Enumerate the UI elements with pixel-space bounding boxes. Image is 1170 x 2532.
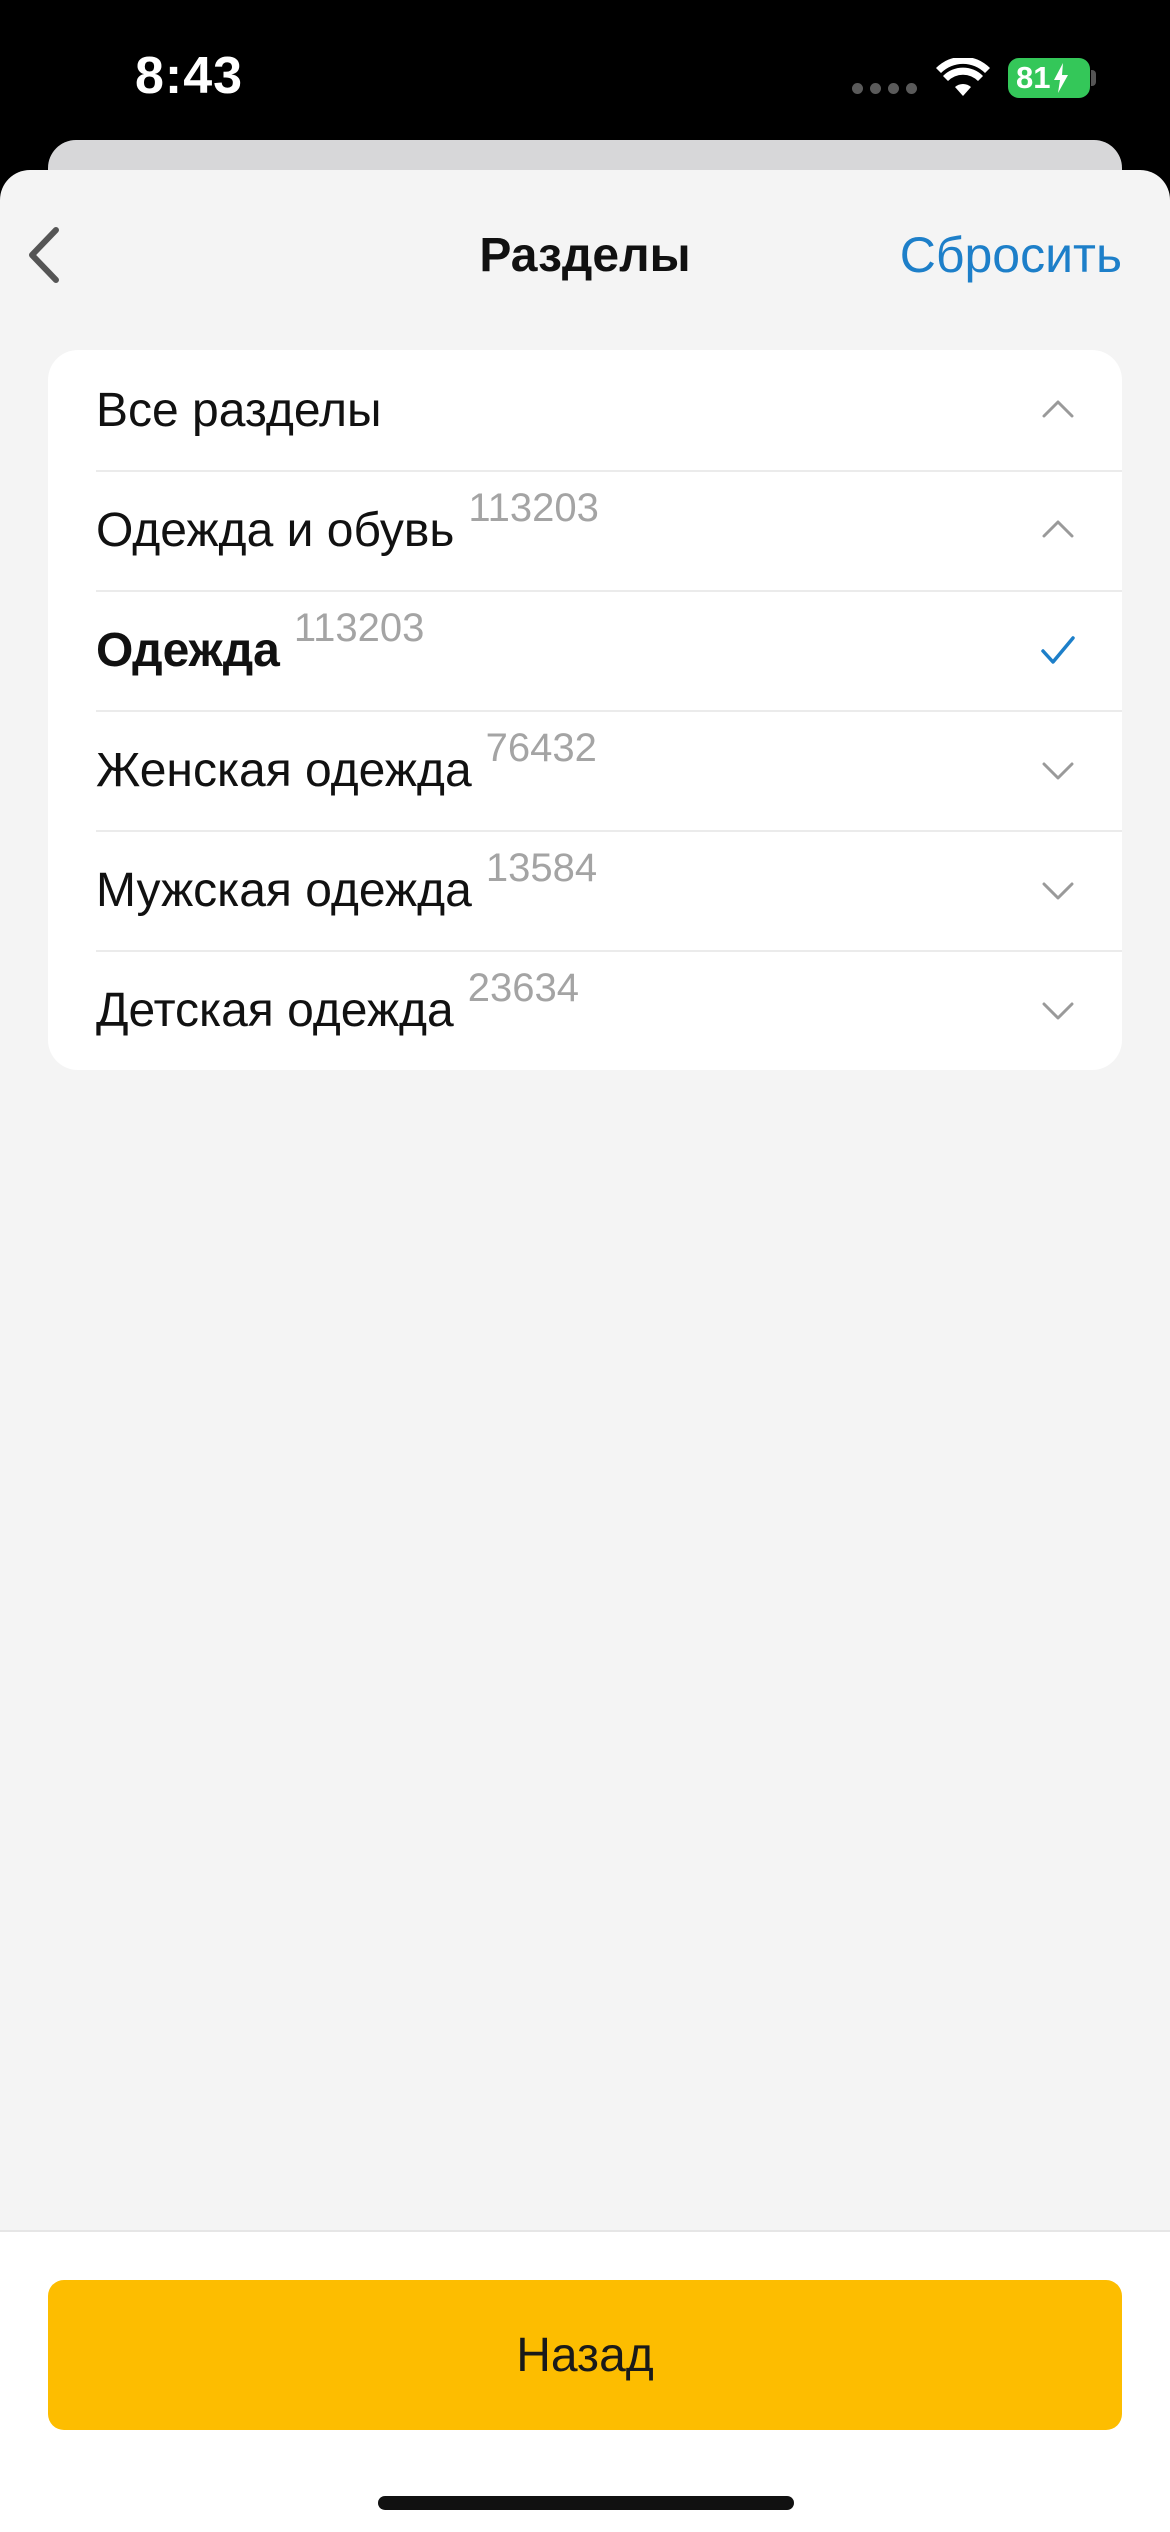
- sections-sheet: Разделы Сбросить Все разделы Одежда и обу…: [0, 170, 1170, 2532]
- chevron-up-icon[interactable]: [1040, 512, 1076, 548]
- section-label: Одежда и обувь: [96, 503, 455, 557]
- charging-bolt-icon: [1054, 63, 1069, 93]
- section-label-wrap: Одежда 113203: [96, 590, 424, 710]
- sections-list: Все разделы Одежда и обувь 113203 Одежда 113…: [48, 350, 1122, 1070]
- section-row[interactable]: Мужская одежда 13584: [48, 830, 1122, 950]
- battery-level: 81: [1016, 60, 1051, 95]
- section-label: Женская одежда: [96, 743, 472, 797]
- section-row[interactable]: Одежда и обувь 113203: [48, 470, 1122, 590]
- nav-bar: Разделы Сбросить: [0, 170, 1170, 340]
- back-button[interactable]: Назад: [48, 2280, 1122, 2430]
- section-label: Все разделы: [96, 383, 382, 437]
- checkmark-icon: [1041, 636, 1075, 664]
- chevron-down-icon[interactable]: [1040, 752, 1076, 788]
- section-label-wrap: Мужская одежда 13584: [96, 830, 597, 950]
- home-indicator: [378, 2496, 794, 2510]
- section-label-wrap: Одежда и обувь 113203: [96, 470, 599, 590]
- status-bar: 8:43 81: [0, 0, 1170, 150]
- section-count: 76432: [485, 725, 597, 770]
- battery-indicator: 81: [1008, 58, 1090, 98]
- chevron-up-icon[interactable]: [1040, 392, 1076, 428]
- section-label-wrap: Все разделы: [96, 350, 381, 470]
- section-count: 113203: [293, 605, 425, 650]
- section-label: Одежда: [96, 623, 280, 677]
- section-count: 23634: [467, 965, 579, 1010]
- section-label-wrap: Детская одежда 23634: [96, 950, 579, 1070]
- reset-button[interactable]: Сбросить: [900, 226, 1122, 284]
- section-label-wrap: Женская одежда 76432: [96, 710, 597, 830]
- section-label: Мужская одежда: [96, 863, 472, 917]
- section-count: 113203: [468, 485, 599, 530]
- battery-cap: [1091, 70, 1096, 86]
- chevron-down-icon[interactable]: [1040, 872, 1076, 908]
- cellular-signal-icon: [852, 83, 917, 94]
- section-row[interactable]: Женская одежда 76432: [48, 710, 1122, 830]
- chevron-down-icon[interactable]: [1040, 992, 1076, 1028]
- section-row[interactable]: Одежда 113203: [48, 590, 1122, 710]
- section-count: 13584: [485, 845, 598, 890]
- section-row[interactable]: Все разделы: [48, 350, 1122, 470]
- status-time: 8:43: [135, 47, 244, 105]
- bottom-bar: Назад: [0, 2230, 1170, 2532]
- section-row[interactable]: Детская одежда 23634: [48, 950, 1122, 1070]
- wifi-icon: [936, 58, 990, 96]
- section-label: Детская одежда: [96, 983, 454, 1037]
